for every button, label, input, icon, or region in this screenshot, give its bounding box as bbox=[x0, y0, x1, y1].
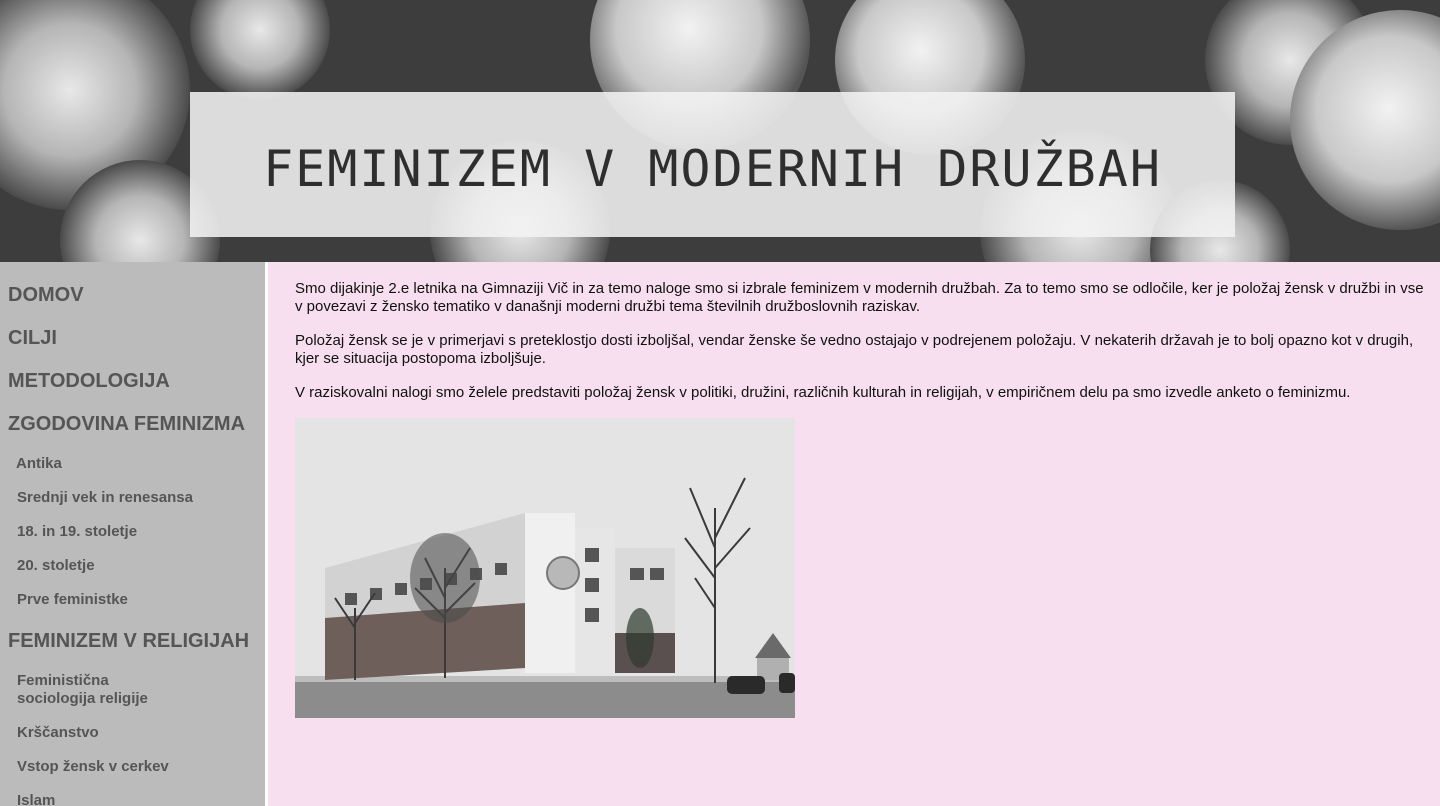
nav-subitem-18-19-stoletje[interactable]: 18. in 19. stoletje bbox=[17, 523, 137, 541]
nav-subitem-krscanstvo[interactable]: Krščanstvo bbox=[17, 724, 99, 742]
nav-subitem-feministicna-sociologija[interactable]: Feministična sociologija religije bbox=[17, 672, 157, 708]
nav-subitem-prve-feministke[interactable]: Prve feministke bbox=[17, 591, 128, 609]
nav-subitem-vstop-zensk-v-cerkev[interactable]: Vstop žensk v cerkev bbox=[17, 758, 169, 776]
nav-item-cilji[interactable]: CILJI bbox=[8, 327, 57, 350]
nav-item-domov[interactable]: DOMOV bbox=[8, 284, 84, 307]
nav-subitem-islam[interactable]: Islam bbox=[17, 792, 55, 806]
scope-paragraph: V raziskovalni nalogi smo želele predsta… bbox=[295, 384, 1351, 401]
nav-subitem-20-stoletje[interactable]: 20. stoletje bbox=[17, 557, 95, 575]
nav-subitem-antika[interactable]: Antika bbox=[16, 455, 62, 473]
sidebar-nav: DOMOV CILJI METODOLOGIJA ZGODOVINA FEMIN… bbox=[0, 262, 265, 806]
site-title: FEMINIZEM V MODERNIH DRUŽBAH bbox=[263, 139, 1162, 198]
nav-subitem-srednji-vek[interactable]: Srednji vek in renesansa bbox=[17, 489, 193, 507]
school-building-photo bbox=[295, 418, 795, 718]
header-banner: FEMINIZEM V MODERNIH DRUŽBAH bbox=[0, 0, 1440, 262]
sidebar-divider bbox=[265, 262, 268, 806]
banner-title-box: FEMINIZEM V MODERNIH DRUŽBAH bbox=[190, 92, 1235, 237]
context-paragraph: Položaj žensk se je v primerjavi s prete… bbox=[295, 332, 1414, 367]
intro-paragraph: Smo dijakinje 2.e letnika na Gimnaziji V… bbox=[295, 280, 1424, 315]
page: FEMINIZEM V MODERNIH DRUŽBAH DOMOV CILJI… bbox=[0, 0, 1440, 806]
nav-item-metodologija[interactable]: METODOLOGIJA bbox=[8, 370, 170, 393]
nav-item-feminizem-v-religijah[interactable]: FEMINIZEM V RELIGIJAH bbox=[8, 630, 249, 653]
nav-item-zgodovina-feminizma[interactable]: ZGODOVINA FEMINIZMA bbox=[8, 413, 245, 436]
